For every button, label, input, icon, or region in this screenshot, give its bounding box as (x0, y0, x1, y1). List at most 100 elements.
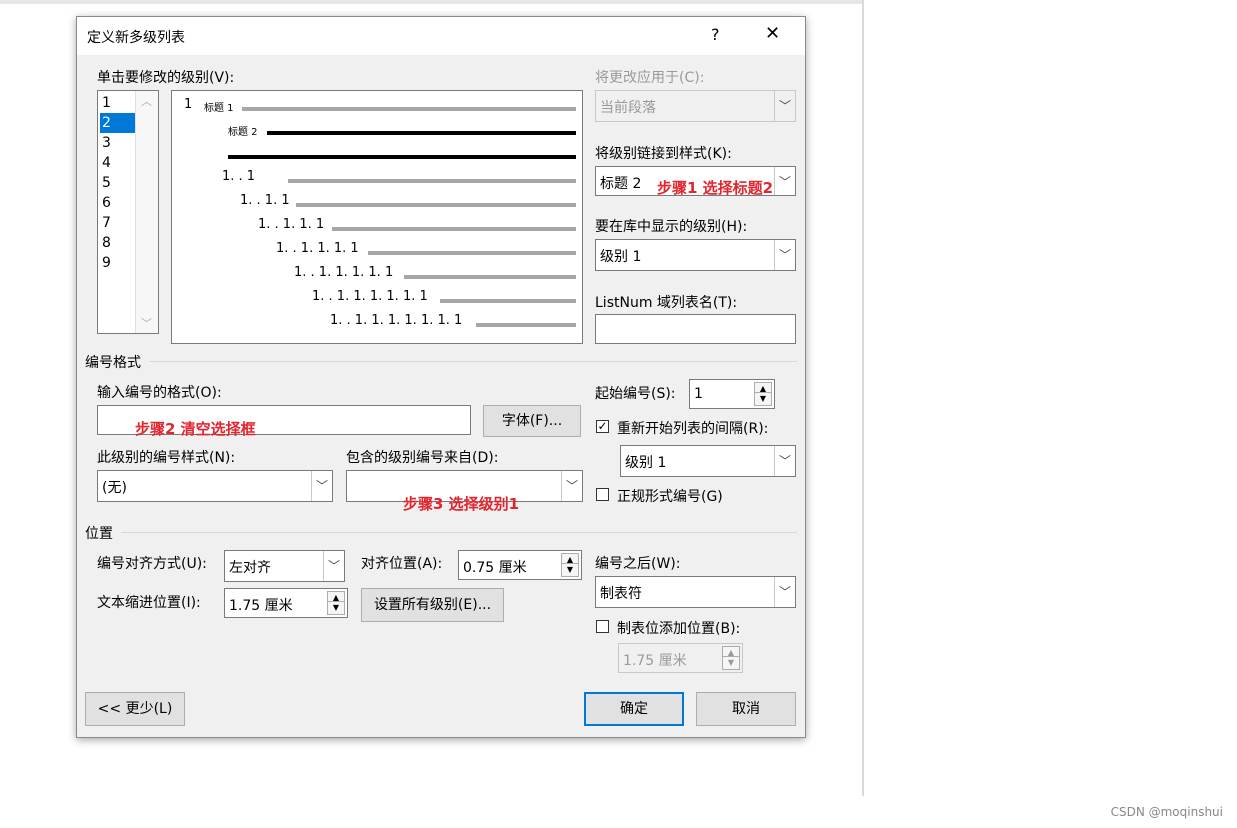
chevron-down-icon: ﹀ (774, 91, 795, 121)
aligned-at-value: 0.75 厘米 (463, 560, 527, 576)
legal-style-checkbox[interactable] (596, 488, 609, 501)
number-style-select[interactable]: (无) ﹀ (97, 470, 333, 502)
preview-line (228, 155, 576, 159)
level-item[interactable]: 5 (100, 173, 136, 193)
spin-down-icon[interactable]: ▼ (561, 563, 579, 577)
level-item[interactable]: 6 (100, 193, 136, 213)
link-style-value: 标题 2 (600, 176, 642, 192)
indent-label: 文本缩进位置(I): (97, 595, 201, 611)
restart-label: 重新开始列表的间隔(R): (617, 421, 769, 437)
preview-line (267, 131, 576, 135)
chevron-down-icon[interactable]: ﹀ (323, 551, 344, 581)
follow-number-value: 制表符 (600, 586, 642, 602)
preview-number: 1. . 1. 1. 1. 1. 1. 1 (312, 289, 428, 304)
title-bar: 定义新多级列表 ? ✕ (77, 17, 805, 55)
level-list[interactable]: 123456789 ︿ ﹀ (97, 90, 159, 334)
preview-number: 1 (184, 97, 193, 112)
indent-value: 1.75 厘米 (229, 598, 293, 614)
level-item[interactable]: 8 (100, 233, 136, 253)
tabstop-value: 1.75 厘米 (623, 653, 687, 669)
level-item[interactable]: 3 (100, 133, 136, 153)
document-page-edge (862, 0, 864, 796)
spin-down-icon[interactable]: ▼ (754, 392, 772, 406)
level-list-scrollbar[interactable]: ︿ ﹀ (135, 91, 158, 333)
preview-line (404, 275, 576, 279)
step3-annotation: 步骤3 选择级别1 (403, 495, 520, 513)
preview-number: 1. . 1. 1. 1. 1. 1 (294, 265, 394, 280)
start-at-value: 1 (694, 386, 703, 402)
chevron-down-icon[interactable]: ﹀ (774, 167, 795, 195)
apply-to-label: 将更改应用于(C): (595, 70, 705, 86)
align-select[interactable]: 左对齐 ﹀ (224, 550, 345, 582)
follow-number-label: 编号之后(W): (595, 556, 681, 572)
section-divider (149, 361, 797, 362)
font-button[interactable]: 字体(F)... (483, 405, 581, 437)
start-at-stepper[interactable]: 1 ▲ ▼ (689, 379, 775, 409)
preview-number: 1. . 1. 1. 1. 1. 1. 1. 1 (330, 313, 463, 328)
help-icon[interactable]: ? (711, 25, 720, 44)
gallery-level-value: 级别 1 (600, 249, 642, 265)
preview-line (476, 323, 576, 327)
gallery-level-select[interactable]: 级别 1 ﹀ (595, 239, 796, 271)
tabstop-label: 制表位添加位置(B): (617, 621, 741, 637)
step1-annotation: 步骤1 选择标题2 (657, 179, 774, 197)
include-level-label: 包含的级别编号来自(D): (346, 450, 499, 466)
preview-number: 1. . 1. 1 (240, 193, 290, 208)
close-icon[interactable]: ✕ (765, 23, 780, 44)
indent-stepper[interactable]: 1.75 厘米 ▲ ▼ (224, 588, 348, 618)
level-item[interactable]: 7 (100, 213, 136, 233)
number-format-label: 输入编号的格式(O): (97, 385, 222, 401)
preview-number: 1. . 1 (222, 169, 256, 184)
preview-line (440, 299, 576, 303)
spin-down-icon[interactable]: ▼ (327, 601, 345, 615)
number-format-heading: 编号格式 (85, 355, 141, 371)
preview-line (242, 107, 576, 111)
dialog-title: 定义新多级列表 (87, 30, 185, 46)
level-item[interactable]: 9 (100, 253, 136, 273)
chevron-down-icon[interactable]: ﹀ (774, 446, 795, 476)
chevron-down-icon[interactable]: ﹀ (774, 240, 795, 270)
position-heading: 位置 (85, 526, 113, 542)
less-button[interactable]: << 更少(L) (85, 692, 185, 726)
section-divider (121, 532, 797, 533)
chevron-down-icon[interactable]: ﹀ (561, 471, 582, 501)
restart-checkbox[interactable]: ✓ (596, 420, 609, 433)
set-all-levels-button[interactable]: 设置所有级别(E)... (361, 588, 504, 622)
preview-number: 1. . 1. 1. 1. 1 (276, 241, 359, 256)
apply-to-value: 当前段落 (600, 100, 656, 116)
step2-annotation: 步骤2 清空选择框 (135, 420, 256, 438)
start-at-label: 起始编号(S): (595, 386, 676, 402)
level-item[interactable]: 1 (100, 93, 136, 113)
restart-level-select[interactable]: 级别 1 ﹀ (620, 445, 796, 477)
preview-line (288, 179, 576, 183)
watermark: CSDN @moqinshui (1110, 805, 1223, 819)
legal-style-label: 正规形式编号(G) (617, 489, 723, 505)
restart-level-value: 级别 1 (625, 455, 667, 471)
tabstop-checkbox[interactable] (596, 620, 609, 633)
gallery-level-label: 要在库中显示的级别(H): (595, 219, 748, 235)
define-multilevel-list-dialog: 定义新多级列表 ? ✕ 单击要修改的级别(V): 123456789 ︿ ﹀ 1… (76, 16, 806, 738)
ok-button[interactable]: 确定 (584, 692, 684, 726)
spin-down-icon: ▼ (722, 656, 740, 670)
aligned-at-stepper[interactable]: 0.75 厘米 ▲ ▼ (458, 550, 582, 580)
preview-line (296, 203, 576, 207)
apply-to-select: 当前段落 ﹀ (595, 90, 796, 122)
listnum-input[interactable] (595, 314, 796, 344)
link-style-label: 将级别链接到样式(K): (595, 146, 732, 162)
chevron-down-icon[interactable]: ﹀ (311, 471, 332, 501)
align-label: 编号对齐方式(U): (97, 556, 207, 572)
list-preview: 1 标题 1 标题 2 1. . 1 1. . 1. 1 1. . 1. 1. 1 1. .… (171, 90, 583, 344)
level-label: 单击要修改的级别(V): (97, 70, 235, 86)
preview-heading-text: 标题 1 (204, 103, 234, 114)
chevron-down-icon[interactable]: ﹀ (774, 577, 795, 607)
level-item[interactable]: 4 (100, 153, 136, 173)
cancel-button[interactable]: 取消 (696, 692, 796, 726)
level-item[interactable]: 2 (100, 113, 136, 133)
scroll-down-icon[interactable]: ﹀ (141, 315, 152, 331)
preview-line (332, 227, 576, 231)
preview-number: 1. . 1. 1. 1 (258, 217, 325, 232)
scroll-up-icon[interactable]: ︿ (141, 93, 152, 109)
number-style-value: (无) (102, 480, 127, 496)
follow-number-select[interactable]: 制表符 ﹀ (595, 576, 796, 608)
aligned-at-label: 对齐位置(A): (361, 556, 443, 572)
